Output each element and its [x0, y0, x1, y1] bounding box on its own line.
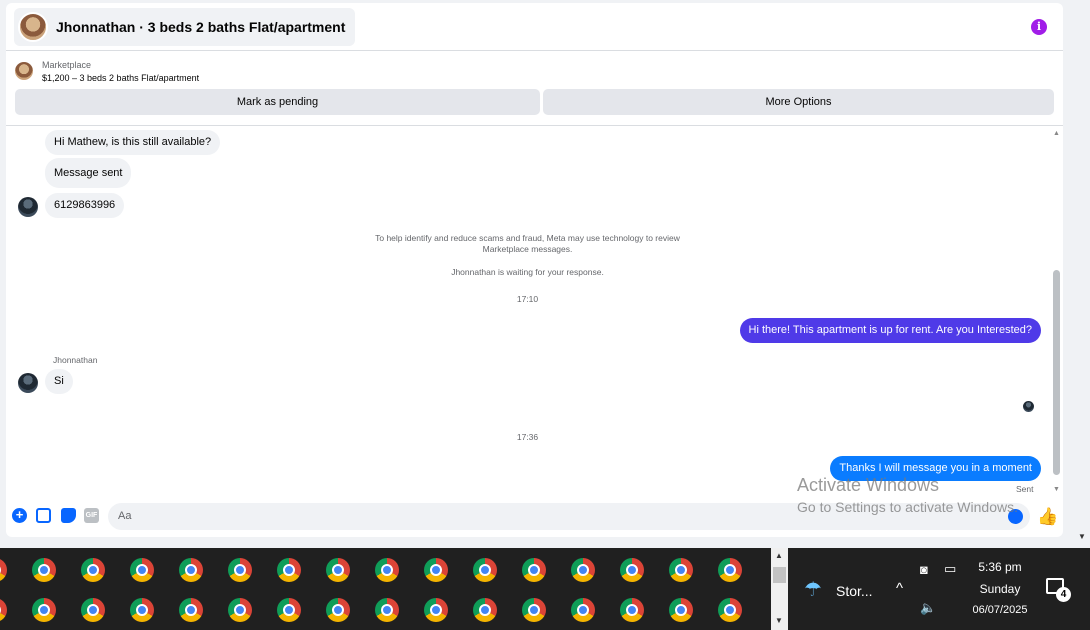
outgoing-message: Hi there! This apartment is up for rent.… — [739, 318, 1041, 343]
page-scroll-down-icon[interactable]: ▼ — [1078, 532, 1086, 541]
chrome-app-icon[interactable] — [473, 558, 497, 582]
chrome-app-icon[interactable] — [424, 598, 448, 622]
chrome-app-icon[interactable] — [277, 598, 301, 622]
chevron-up-icon[interactable]: ^ — [896, 580, 903, 597]
notification-count-badge: 4 — [1056, 587, 1071, 602]
chrome-app-icon[interactable] — [32, 598, 56, 622]
incoming-message: 6129863996 — [45, 193, 125, 218]
taskbar-scroll-down-icon[interactable]: ▼ — [775, 616, 783, 625]
clock-day[interactable]: Sunday — [968, 582, 1032, 596]
chrome-app-icon[interactable] — [669, 558, 693, 582]
chrome-app-icon[interactable] — [179, 558, 203, 582]
taskbar-scroll-up-icon[interactable]: ▲ — [775, 551, 783, 560]
chrome-app-icon[interactable] — [669, 598, 693, 622]
listing-thumbnail[interactable] — [15, 62, 33, 80]
chrome-app-icon[interactable] — [522, 598, 546, 622]
activate-windows-title: Activate Windows — [797, 475, 940, 495]
chat-window: Jhonnathan · 3 beds 2 baths Flat/apartme… — [6, 3, 1063, 537]
umbrella-icon[interactable]: ☂ — [804, 577, 822, 602]
safety-notice-line1: To help identify and reduce scams and fr… — [375, 233, 680, 243]
network-icon[interactable]: ▭ — [944, 561, 956, 577]
chrome-app-icon[interactable] — [326, 598, 350, 622]
chrome-app-icon[interactable] — [375, 598, 399, 622]
chrome-app-icon[interactable] — [179, 598, 203, 622]
gif-icon[interactable]: GIF — [84, 508, 99, 523]
timestamp: 17:36 — [516, 432, 539, 442]
chrome-app-icon[interactable] — [277, 558, 301, 582]
clock-time[interactable]: 5:36 pm — [968, 560, 1032, 574]
taskbar-scroll-thumb[interactable] — [773, 567, 786, 583]
scrollbar-thumb[interactable] — [1053, 270, 1060, 475]
chrome-app-icon[interactable] — [571, 558, 595, 582]
chrome-app-icon[interactable] — [81, 598, 105, 622]
camera-icon[interactable]: ◙ — [920, 562, 928, 577]
weather-widget[interactable]: Stor... — [836, 583, 873, 599]
listing-bar: Marketplace $1,200 – 3 beds 2 baths Flat… — [6, 52, 1063, 126]
chrome-app-icon[interactable] — [32, 558, 56, 582]
plus-icon[interactable]: + — [12, 508, 27, 523]
chrome-app-icon[interactable] — [718, 558, 742, 582]
sent-status: Sent — [1016, 484, 1034, 494]
chrome-app-icon[interactable] — [0, 558, 7, 582]
chrome-app-icon[interactable] — [620, 598, 644, 622]
listing-source: Marketplace — [42, 60, 92, 70]
incoming-message: Hi Mathew, is this still available? — [45, 130, 221, 155]
chrome-app-icon[interactable] — [718, 598, 742, 622]
read-receipt-avatar — [1023, 401, 1034, 412]
chrome-app-icon[interactable] — [228, 558, 252, 582]
volume-icon[interactable]: 🔈 — [920, 600, 936, 616]
waiting-notice: Jhonnathan is waiting for your response. — [451, 267, 604, 277]
taskbar-scrollbar[interactable]: ▲ ▼ — [771, 548, 788, 630]
timestamp: 17:10 — [516, 294, 539, 304]
conversation-title-button[interactable]: Jhonnathan · 3 beds 2 baths Flat/apartme… — [14, 8, 356, 46]
scroll-up-arrow-icon[interactable]: ▲ — [1052, 130, 1061, 137]
listing-summary[interactable]: $1,200 – 3 beds 2 baths Flat/apartment — [42, 73, 199, 83]
chrome-app-icon[interactable] — [130, 598, 154, 622]
chrome-app-icon[interactable] — [571, 598, 595, 622]
chrome-app-icon[interactable] — [130, 558, 154, 582]
chrome-app-icon[interactable] — [375, 558, 399, 582]
incoming-message: Si — [45, 369, 73, 394]
more-options-button[interactable]: More Options — [543, 89, 1054, 115]
contact-avatar[interactable] — [18, 197, 38, 217]
thread-scrollbar[interactable]: ▲ ▼ — [1052, 127, 1061, 495]
chrome-app-icon[interactable] — [473, 598, 497, 622]
taskbar-apps — [0, 548, 771, 630]
photo-icon[interactable] — [36, 508, 51, 523]
mark-as-pending-button[interactable]: Mark as pending — [15, 89, 540, 115]
activate-windows-subtitle: Go to Settings to activate Windows. — [797, 499, 1018, 515]
clock-date[interactable]: 06/07/2025 — [964, 604, 1036, 616]
chrome-app-icon[interactable] — [424, 558, 448, 582]
sender-name: Jhonnathan — [53, 355, 98, 365]
chrome-app-icon[interactable] — [522, 558, 546, 582]
message-thread[interactable]: Hi Mathew, is this still available? Mess… — [6, 127, 1063, 495]
safety-notice-line2: Marketplace messages. — [482, 244, 573, 254]
sticker-icon[interactable] — [61, 508, 76, 523]
conversation-title: Jhonnathan · 3 beds 2 baths Flat/apartme… — [56, 19, 346, 35]
scroll-down-arrow-icon[interactable]: ▼ — [1052, 486, 1061, 493]
chrome-app-icon[interactable] — [81, 558, 105, 582]
chrome-app-icon[interactable] — [0, 598, 7, 622]
chrome-app-icon[interactable] — [228, 598, 252, 622]
listing-avatar — [18, 12, 48, 42]
thumbs-up-icon[interactable]: 👍 — [1037, 507, 1058, 527]
chrome-app-icon[interactable] — [326, 558, 350, 582]
contact-avatar[interactable] — [18, 373, 38, 393]
system-tray: ☂ Stor... ^ ◙ ▭ 🔈 5:36 pm Sunday 06/07/2… — [788, 548, 1090, 630]
chrome-app-icon[interactable] — [620, 558, 644, 582]
info-icon[interactable]: i — [1031, 19, 1047, 35]
chat-header: Jhonnathan · 3 beds 2 baths Flat/apartme… — [6, 3, 1063, 51]
incoming-message: Message sent — [45, 158, 132, 188]
